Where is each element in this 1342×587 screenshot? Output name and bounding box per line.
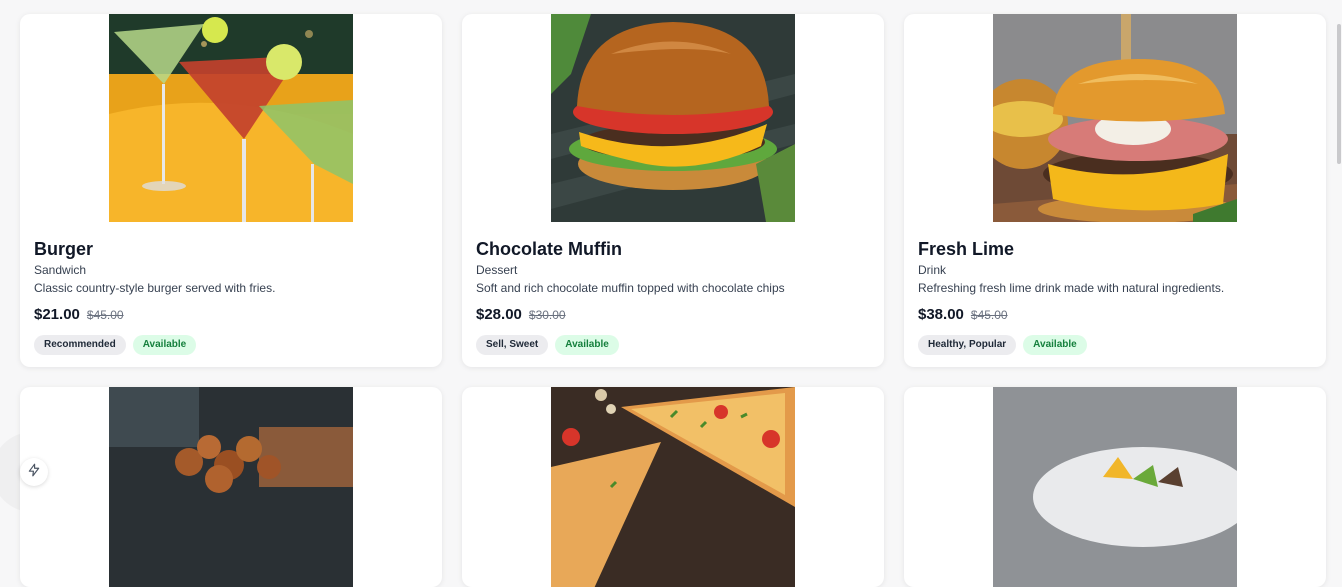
status-badge: Available [132,335,197,355]
product-card[interactable]: Burger Sandwich Classic country-style bu… [20,14,442,367]
salad-photo [993,387,1237,587]
fried-chicken-photo [109,387,353,587]
product-name: Chocolate Muffin [476,239,622,259]
page-scrollbar[interactable] [1334,0,1342,483]
product-category: Sandwich [34,263,87,277]
product-image [109,387,353,587]
product-image [109,14,353,222]
product-tag: Recommended [34,335,126,355]
product-card[interactable]: Chocolate Muffin Dessert Soft and rich c… [462,14,884,367]
status-badge: Available [555,335,619,355]
product-card[interactable] [20,387,442,587]
product-price: $38.00 [918,306,964,323]
product-image [551,14,795,222]
pizza-photo [551,387,795,587]
product-description: Soft and rich chocolate muffin topped wi… [476,281,785,295]
status-badge: Available [1023,335,1087,355]
product-image [993,387,1237,587]
product-card[interactable] [904,387,1326,587]
product-description: Classic country-style burger served with… [34,281,276,295]
product-image [551,387,795,587]
product-old-price: $30.00 [528,308,566,322]
burger-photo [551,14,795,222]
cocktail-photo [109,14,353,222]
product-tag: Sell, Sweet [476,335,549,355]
scrollbar-thumb[interactable] [1337,24,1341,164]
product-old-price: $45.00 [86,308,124,322]
product-tag: Healthy, Popular [918,335,1017,355]
product-category: Dessert [476,263,518,277]
product-grid: Burger Sandwich Classic country-style bu… [20,14,1326,587]
bolt-icon [27,463,41,482]
product-price: $28.00 [476,306,522,323]
product-card[interactable] [462,387,884,587]
quick-action-button[interactable] [20,458,48,486]
product-name: Fresh Lime [918,239,1015,259]
product-description: Refreshing fresh lime drink made with na… [918,281,1225,295]
cheese-burger-photo [993,14,1237,222]
product-card[interactable]: Fresh Lime Drink Refreshing fresh lime d… [904,14,1326,367]
product-old-price: $45.00 [970,308,1008,322]
product-name: Burger [34,239,94,259]
product-image [993,14,1237,222]
product-price: $21.00 [34,306,80,323]
product-category: Drink [918,263,947,277]
